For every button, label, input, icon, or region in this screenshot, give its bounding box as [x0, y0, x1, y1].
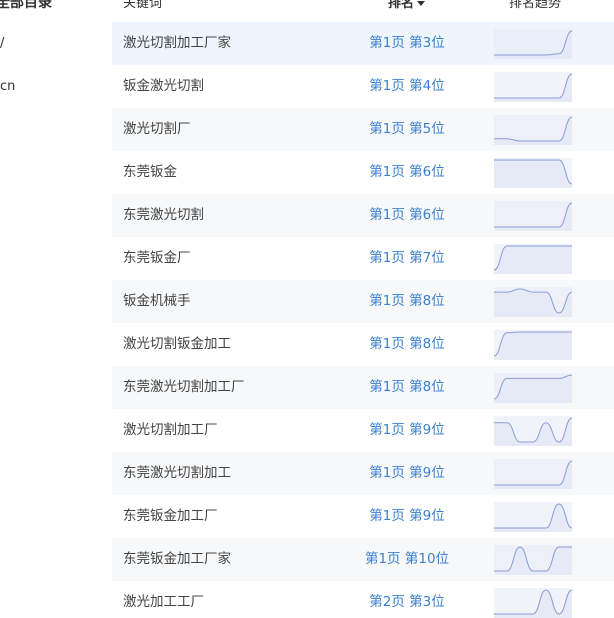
- table-row: 激光切割加工厂家 第1页 第3位: [112, 22, 614, 65]
- sparkline-svg: [494, 416, 572, 446]
- rank-link[interactable]: 第1页 第9位: [352, 495, 462, 538]
- keyword-cell: 东莞钣金加工厂: [123, 508, 218, 524]
- table-row: 激光切割钣金加工 第1页 第8位: [112, 323, 614, 366]
- rank-trend-sparkline: [494, 29, 572, 59]
- rank-trend-sparkline: [494, 72, 572, 102]
- rank-link[interactable]: 第1页 第6位: [352, 194, 462, 237]
- sparkline-svg: [494, 287, 572, 317]
- header-trend: 排名趋势: [509, 0, 562, 11]
- sparkline-area: [494, 246, 572, 274]
- sparkline-svg: [494, 201, 572, 231]
- sparkline-area: [494, 332, 572, 360]
- rank-trend-sparkline: [494, 201, 572, 231]
- table-row: 激光切割厂 第1页 第5位: [112, 108, 614, 151]
- rank-link[interactable]: 第1页 第4位: [352, 65, 462, 108]
- sparkline-svg: [494, 330, 572, 360]
- rank-link[interactable]: 第1页 第7位: [352, 237, 462, 280]
- rank-link[interactable]: 第1页 第6位: [352, 151, 462, 194]
- table-row: 东莞钣金加工厂家 第1页 第10位: [112, 538, 614, 581]
- keyword-table-body: 激光切割加工厂家 第1页 第3位钣金激光切割 第1页 第4位激光切割厂 第1页 第5位…: [112, 22, 614, 618]
- rank-trend-sparkline: [494, 459, 572, 489]
- header-rank-sort[interactable]: 排名: [388, 0, 426, 11]
- rank-trend-sparkline: [494, 287, 572, 317]
- table-header: 关键词 排名 排名趋势: [112, 0, 614, 22]
- table-row: 东莞激光切割 第1页 第6位: [112, 194, 614, 237]
- keyword-cell: 激光加工工厂: [123, 594, 204, 610]
- rank-link[interactable]: 第1页 第8位: [352, 366, 462, 409]
- rank-link[interactable]: 第1页 第5位: [352, 108, 462, 151]
- table-row: 钣金激光切割 第1页 第4位: [112, 65, 614, 108]
- rank-link[interactable]: 第1页 第9位: [352, 409, 462, 452]
- rank-link[interactable]: 第2页 第3位: [352, 581, 462, 618]
- keyword-cell: 激光切割加工厂家: [123, 35, 231, 51]
- rank-link[interactable]: 第1页 第3位: [352, 22, 462, 65]
- table-row: 东莞钣金厂 第1页 第7位: [112, 237, 614, 280]
- keyword-cell: 激光切割钣金加工: [123, 336, 231, 352]
- keyword-cell: 钣金机械手: [123, 293, 191, 309]
- keyword-cell: 东莞钣金厂: [123, 250, 191, 266]
- rank-trend-sparkline: [494, 330, 572, 360]
- sparkline-area: [494, 160, 572, 188]
- keyword-cell: 激光切割加工厂: [123, 422, 218, 438]
- sparkline-svg: [494, 115, 572, 145]
- header-rank-label: 排名: [388, 0, 415, 11]
- rank-trend-sparkline: [494, 244, 572, 274]
- sparkline-svg: [494, 373, 572, 403]
- keyword-cell: 东莞激光切割加工: [123, 465, 231, 481]
- directory-title: 全部目录: [0, 0, 52, 11]
- rank-trend-sparkline: [494, 373, 572, 403]
- sparkline-svg: [494, 244, 572, 274]
- table-row: 东莞钣金加工厂 第1页 第9位: [112, 495, 614, 538]
- keyword-cell: 东莞钣金: [123, 164, 177, 180]
- rank-trend-sparkline: [494, 502, 572, 532]
- rank-trend-sparkline: [494, 115, 572, 145]
- keyword-cell: 东莞激光切割: [123, 207, 204, 223]
- directory-sidebar: 全部目录 / cn: [0, 0, 110, 618]
- rank-link[interactable]: 第1页 第10位: [352, 538, 462, 581]
- directory-item-cn[interactable]: cn: [0, 79, 15, 94]
- table-row: 钣金机械手 第1页 第8位: [112, 280, 614, 323]
- sort-down-icon: [417, 1, 426, 6]
- keyword-cell: 东莞激光切割加工厂: [123, 379, 245, 395]
- directory-item-root[interactable]: /: [0, 36, 4, 51]
- rank-link[interactable]: 第1页 第8位: [352, 280, 462, 323]
- table-row: 激光切割加工厂 第1页 第9位: [112, 409, 614, 452]
- table-row: 东莞激光切割加工 第1页 第9位: [112, 452, 614, 495]
- sparkline-svg: [494, 72, 572, 102]
- sparkline-svg: [494, 545, 572, 575]
- rank-trend-sparkline: [494, 416, 572, 446]
- sparkline-svg: [494, 29, 572, 59]
- table-row: 东莞激光切割加工厂 第1页 第8位: [112, 366, 614, 409]
- rank-trend-sparkline: [494, 158, 572, 188]
- rank-trend-sparkline: [494, 588, 572, 618]
- sparkline-svg: [494, 158, 572, 188]
- sparkline-svg: [494, 502, 572, 532]
- table-row: 激光加工工厂 第2页 第3位: [112, 581, 614, 618]
- rank-link[interactable]: 第1页 第9位: [352, 452, 462, 495]
- sparkline-svg: [494, 588, 572, 618]
- page-root: 全部目录 / cn 关键词 排名 排名趋势 激光切割加工厂家 第1页 第3位 钣金激…: [0, 0, 614, 618]
- sparkline-svg: [494, 459, 572, 489]
- rank-link[interactable]: 第1页 第8位: [352, 323, 462, 366]
- keyword-cell: 激光切割厂: [123, 121, 191, 137]
- rank-trend-sparkline: [494, 545, 572, 575]
- header-keyword: 关键词: [123, 0, 163, 11]
- table-row: 东莞钣金 第1页 第6位: [112, 151, 614, 194]
- keyword-cell: 钣金激光切割: [123, 78, 204, 94]
- keyword-cell: 东莞钣金加工厂家: [123, 551, 231, 567]
